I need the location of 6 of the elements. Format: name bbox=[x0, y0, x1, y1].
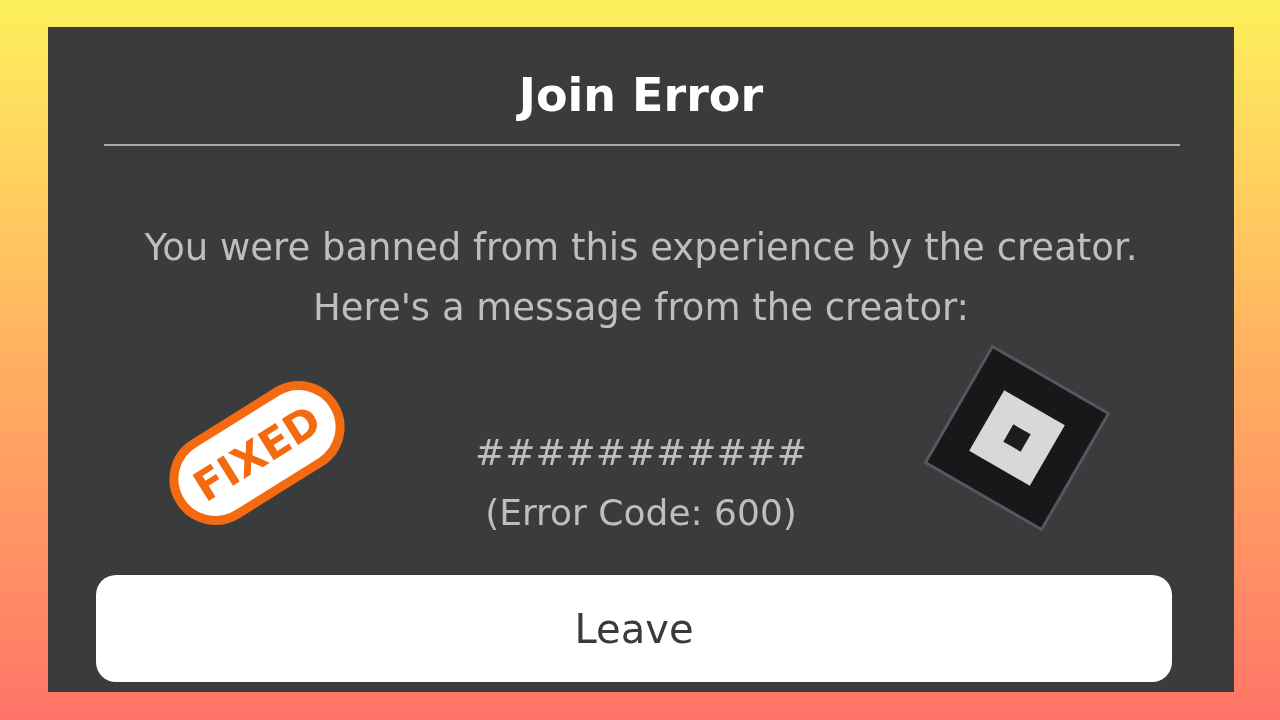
creator-message: ########### bbox=[475, 431, 807, 475]
leave-button[interactable]: Leave bbox=[96, 575, 1172, 682]
error-code: (Error Code: 600) bbox=[485, 491, 797, 535]
dialog-title: Join Error bbox=[518, 67, 764, 123]
message-text: You were banned from this experience by the creator. bbox=[144, 225, 1138, 271]
message-text: Here's a message from the creator: bbox=[312, 285, 970, 331]
